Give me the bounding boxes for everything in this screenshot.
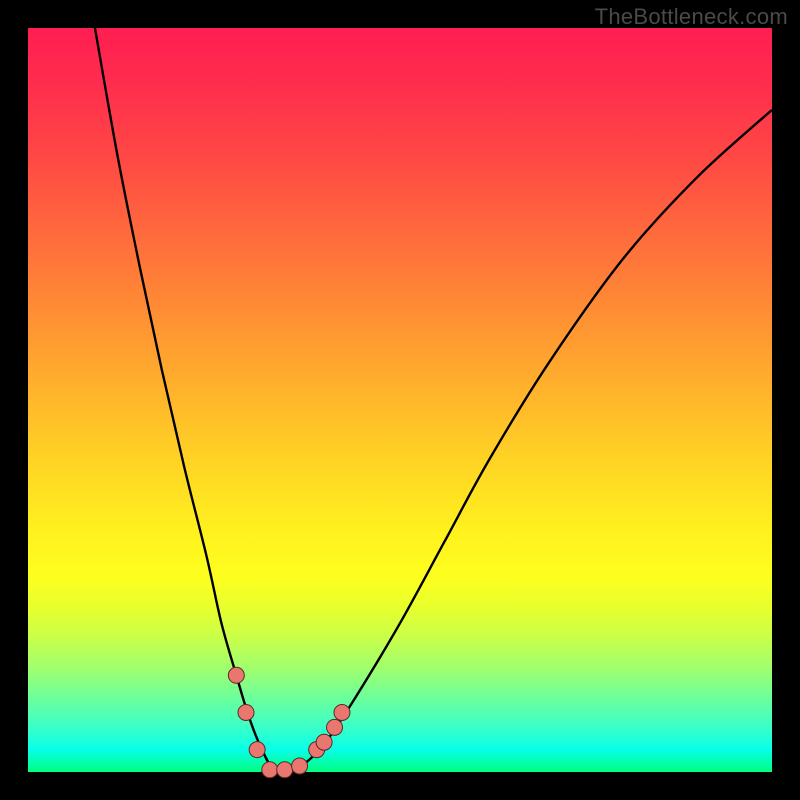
curve-marker bbox=[292, 758, 308, 774]
chart-frame: TheBottleneck.com bbox=[0, 0, 800, 800]
chart-svg bbox=[28, 28, 772, 772]
watermark-text: TheBottleneck.com bbox=[595, 4, 788, 30]
curve-marker bbox=[327, 719, 343, 735]
curve-marker bbox=[238, 704, 254, 720]
curve-path-group bbox=[95, 28, 772, 772]
bottleneck-curve bbox=[95, 28, 772, 772]
curve-marker bbox=[316, 734, 332, 750]
curve-marker bbox=[249, 742, 265, 758]
plot-area bbox=[28, 28, 772, 772]
curve-marker bbox=[277, 762, 293, 778]
curve-marker bbox=[334, 704, 350, 720]
curve-marker bbox=[262, 762, 278, 778]
marker-group bbox=[228, 667, 350, 777]
curve-marker bbox=[228, 667, 244, 683]
